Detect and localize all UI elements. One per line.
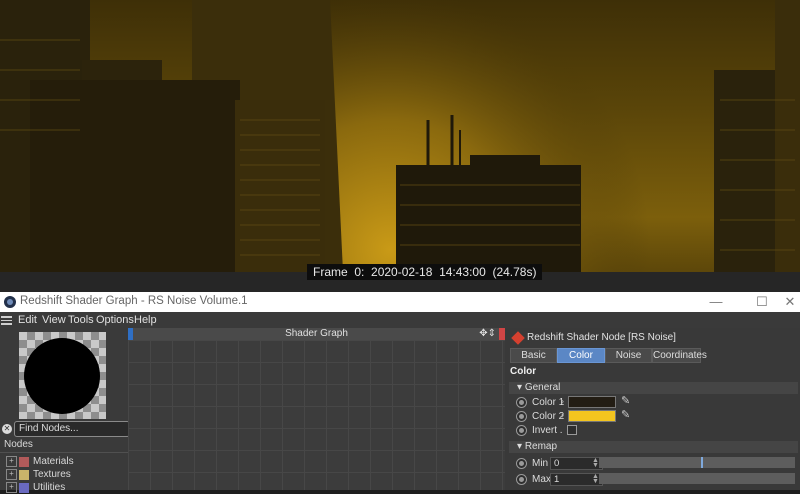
- min-spinner-icon[interactable]: ▲ ▼: [592, 457, 599, 469]
- menu-help[interactable]: Help: [134, 314, 157, 326]
- cinema4d-app-icon: [4, 296, 16, 308]
- menu-edit[interactable]: Edit: [18, 314, 37, 326]
- window-title: Redshift Shader Graph - RS Noise Volume.…: [20, 295, 248, 307]
- city-render-image: [0, 0, 800, 272]
- eyedropper-icon[interactable]: ✎: [621, 408, 630, 421]
- invert-animate-icon[interactable]: [516, 425, 527, 436]
- tree-item-textures[interactable]: + Textures: [6, 469, 71, 481]
- maximize-button[interactable]: ☐: [752, 293, 772, 311]
- group-remap-label: Remap: [524, 441, 558, 452]
- color1-animate-icon[interactable]: [516, 397, 527, 408]
- nodes-header: Nodes: [0, 438, 128, 453]
- tree-item-label: Materials: [33, 456, 74, 468]
- min-slider-handle[interactable]: [701, 457, 703, 468]
- group-general[interactable]: ▾ General: [509, 382, 798, 394]
- window-titlebar[interactable]: Redshift Shader Graph - RS Noise Volume.…: [0, 292, 800, 312]
- folder-color-icon: [19, 482, 29, 493]
- eyedropper-icon[interactable]: ✎: [621, 394, 630, 407]
- tab-color[interactable]: Color: [557, 348, 605, 363]
- min-animate-icon[interactable]: [516, 458, 527, 469]
- tree-item-label: Utilities: [33, 482, 66, 494]
- max-animate-icon[interactable]: [516, 474, 527, 485]
- color2-animate-icon[interactable]: [516, 411, 527, 422]
- color2-swatch[interactable]: [568, 410, 616, 422]
- tab-basic[interactable]: Basic: [510, 348, 557, 363]
- attribute-panel: Redshift Shader Node [RS Noise] Basic Co…: [505, 328, 800, 490]
- menu-bar: Edit View Tools Options Help: [0, 312, 800, 328]
- expand-icon[interactable]: +: [6, 456, 17, 467]
- group-remap[interactable]: ▾ Remap: [509, 441, 798, 453]
- render-viewport: [0, 0, 800, 272]
- graph-navigate-icon[interactable]: ✥⇕: [479, 328, 496, 340]
- tree-item-label: Textures: [33, 469, 71, 481]
- menu-tools[interactable]: Tools: [68, 314, 94, 326]
- section-title: Color: [510, 366, 537, 377]
- tree-item-materials[interactable]: + Materials: [6, 456, 74, 468]
- folder-color-icon: [19, 469, 29, 480]
- max-slider[interactable]: [599, 473, 795, 484]
- material-preview: [19, 332, 106, 419]
- menu-options[interactable]: Options: [96, 314, 134, 326]
- invert-checkbox[interactable]: [567, 425, 577, 435]
- clear-search-icon[interactable]: ✕: [2, 424, 12, 434]
- expand-icon[interactable]: +: [6, 469, 17, 480]
- shader-graph-canvas[interactable]: Shader Graph ✥⇕: [128, 328, 505, 490]
- invert-label: Invert .: [532, 425, 563, 436]
- color2-label: Color 2: [532, 411, 565, 422]
- node-browser-panel: ✕ Find Nodes... Nodes + Materials + Textur…: [0, 328, 130, 493]
- folder-color-icon: [19, 456, 29, 467]
- minimize-button[interactable]: —: [706, 293, 726, 311]
- chevron-right-icon[interactable]: ›: [561, 396, 564, 406]
- shader-graph-window: Redshift Shader Graph - RS Noise Volume.…: [0, 292, 800, 493]
- color1-label: Color 1: [532, 397, 565, 408]
- expand-icon[interactable]: +: [6, 482, 17, 493]
- node-title: Redshift Shader Node [RS Noise]: [527, 332, 676, 343]
- hamburger-menu-icon[interactable]: [1, 314, 12, 325]
- menu-view[interactable]: View: [42, 314, 66, 326]
- graph-left-marker: [128, 328, 133, 340]
- graph-header: Shader Graph ✥⇕: [128, 328, 505, 340]
- min-label: Min: [532, 458, 549, 469]
- graph-title: Shader Graph: [285, 328, 348, 339]
- max-spinner-icon[interactable]: ▲ ▼: [592, 473, 599, 485]
- frame-info-label: Frame 0: 2020-02-18 14:43:00 (24.78s): [307, 264, 543, 280]
- min-slider[interactable]: [599, 457, 795, 468]
- tab-coordinates[interactable]: Coordinates: [652, 348, 707, 363]
- group-general-label: General: [524, 382, 561, 393]
- preview-sphere: [24, 338, 100, 414]
- max-label: Max: [532, 474, 551, 485]
- close-button[interactable]: ✕: [780, 293, 800, 311]
- color1-swatch[interactable]: [568, 396, 616, 408]
- redshift-cube-icon: [511, 331, 525, 345]
- tree-item-utilities[interactable]: + Utilities: [6, 482, 65, 494]
- chevron-right-icon[interactable]: ›: [561, 410, 564, 420]
- find-nodes-input[interactable]: Find Nodes...: [14, 421, 130, 437]
- tab-noise[interactable]: Noise: [605, 348, 652, 363]
